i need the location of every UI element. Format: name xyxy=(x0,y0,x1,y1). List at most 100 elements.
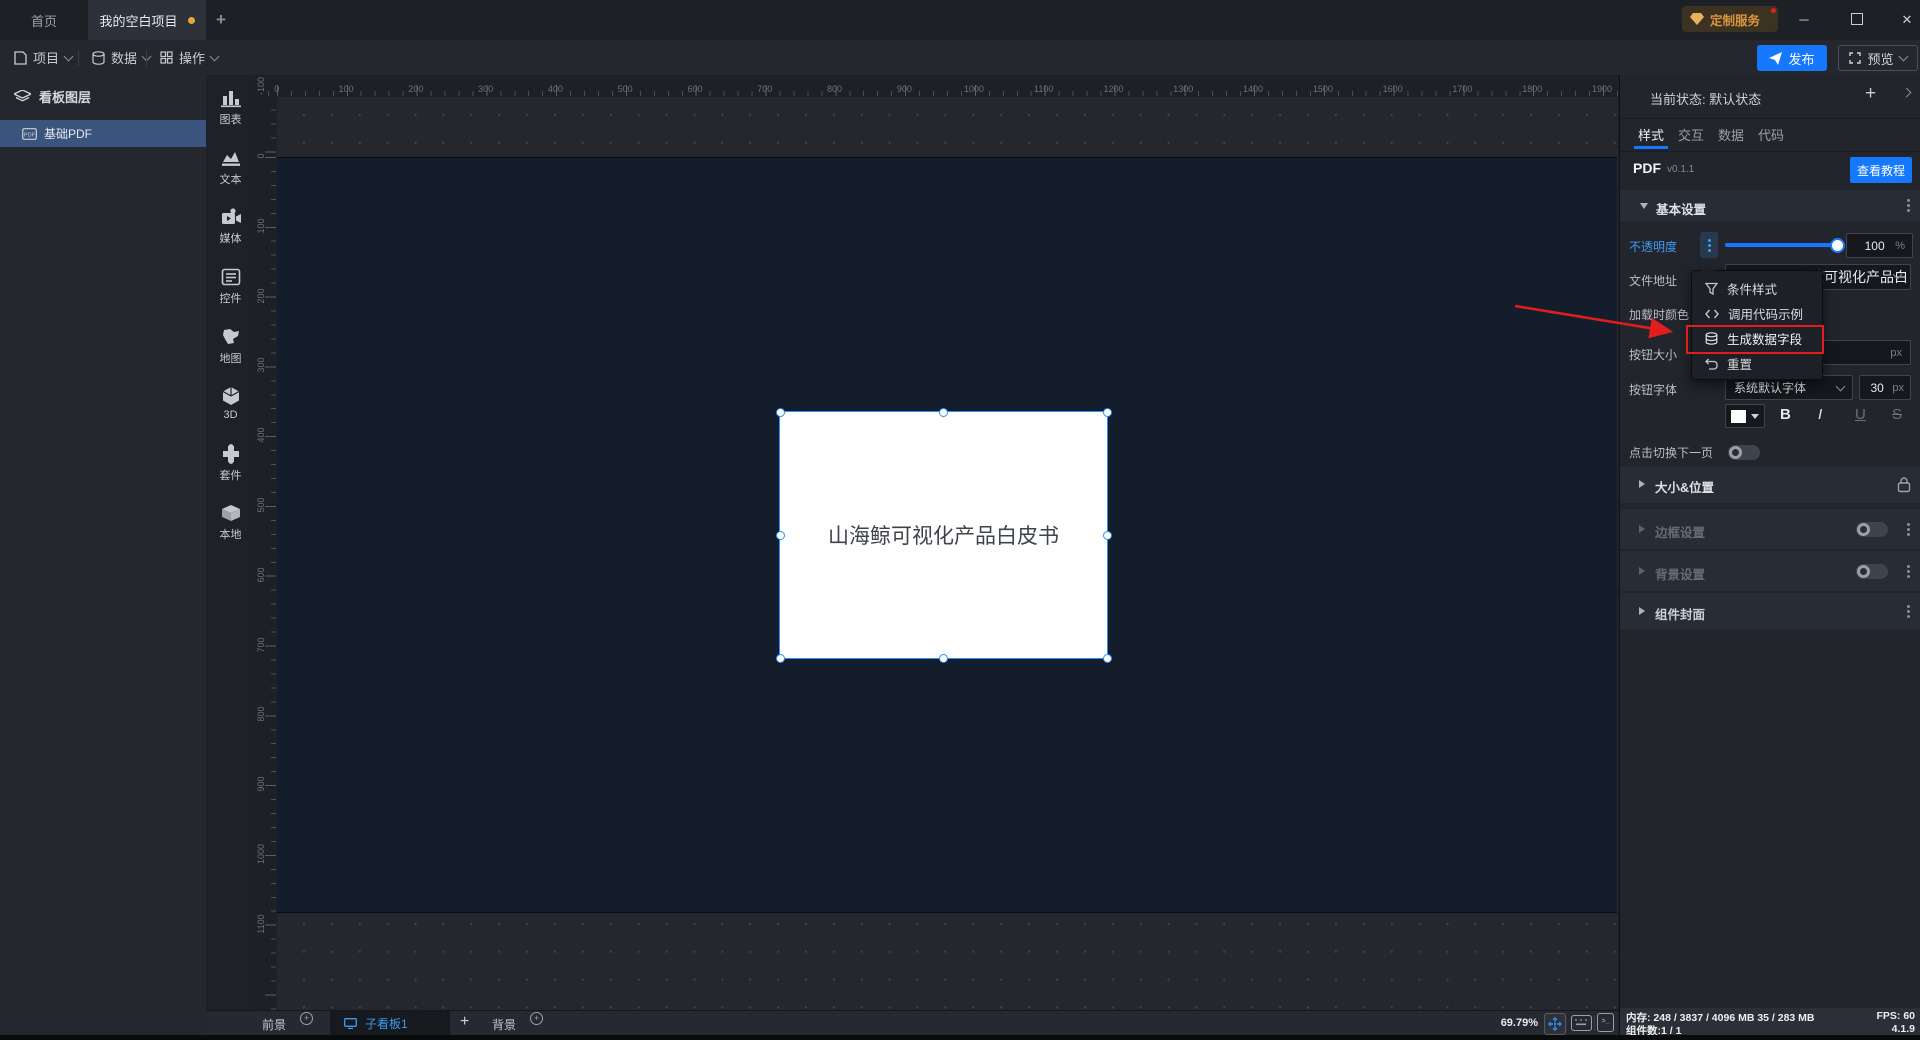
tab-foreground[interactable]: 前景 xyxy=(262,1016,286,1033)
menu-operate[interactable]: 操作 xyxy=(160,48,220,67)
board-tabs-bar: 前景 + 子看板1 + 背景 + 69.79% >_ xyxy=(206,1010,1618,1036)
tool-text[interactable]: 文本 xyxy=(206,148,255,187)
section-basic-settings[interactable]: 基本设置 xyxy=(1620,190,1920,222)
layers-icon xyxy=(14,89,31,102)
opacity-menu-button[interactable] xyxy=(1700,232,1718,258)
menu-project[interactable]: 项目 xyxy=(14,48,74,67)
menu-item-reset[interactable]: 重置 xyxy=(1692,351,1822,376)
selection-handle-ne[interactable] xyxy=(1102,407,1112,417)
tool-local[interactable]: 本地 xyxy=(206,503,255,542)
section-background-settings[interactable]: 背景设置 xyxy=(1620,551,1920,591)
new-tab-button[interactable]: + xyxy=(216,10,226,30)
expand-states-icon[interactable] xyxy=(1901,87,1912,98)
tab-code[interactable]: 代码 xyxy=(1758,125,1784,144)
tool-kit[interactable]: 套件 xyxy=(206,444,255,483)
fit-screen-button[interactable] xyxy=(1544,1013,1566,1035)
selection-handle-s[interactable] xyxy=(938,653,948,663)
tool-chart[interactable]: 图表 xyxy=(206,88,255,127)
font-color-picker[interactable] xyxy=(1725,404,1765,428)
add-background-icon[interactable]: + xyxy=(530,1012,543,1025)
section-menu-icon[interactable] xyxy=(1907,610,1910,613)
strikethrough-button[interactable]: S xyxy=(1892,406,1902,423)
tab-data[interactable]: 数据 xyxy=(1718,125,1744,144)
add-board-button[interactable]: + xyxy=(460,1013,469,1031)
section-border-settings[interactable]: 边框设置 xyxy=(1620,509,1920,549)
selection-handle-n[interactable] xyxy=(938,407,948,417)
custom-service-badge[interactable]: 定制服务 xyxy=(1682,6,1778,32)
tool-widget-label: 控件 xyxy=(219,293,242,305)
pdf-component-icon: PDF xyxy=(22,127,37,140)
minimize-button[interactable]: ─ xyxy=(1789,12,1819,27)
selection-handle-w[interactable] xyxy=(775,530,785,540)
tab-background[interactable]: 背景 xyxy=(492,1016,516,1033)
click-next-toggle[interactable] xyxy=(1728,445,1760,460)
bold-button[interactable]: B xyxy=(1780,406,1791,423)
preview-button[interactable]: 预览 xyxy=(1838,45,1918,71)
opacity-slider-track[interactable] xyxy=(1725,243,1837,247)
current-state: 当前状态: 默认状态 xyxy=(1650,89,1761,108)
background-toggle[interactable] xyxy=(1856,564,1888,579)
tab-interact[interactable]: 交互 xyxy=(1678,125,1704,144)
toggle-knob xyxy=(1857,523,1870,536)
menu-caret xyxy=(1701,264,1715,271)
divider xyxy=(1620,118,1920,119)
cube-3d-icon xyxy=(222,387,239,405)
console-button[interactable]: >_ xyxy=(1597,1013,1614,1032)
opacity-unit: % xyxy=(1895,239,1905,252)
menu-item-label: 条件样式 xyxy=(1727,283,1778,297)
unsaved-dot xyxy=(187,16,195,24)
maximize-icon xyxy=(1851,13,1863,25)
chevron-down-icon xyxy=(63,51,74,61)
tool-3d[interactable]: 3D xyxy=(206,386,255,421)
menu-item-label: 调用代码示例 xyxy=(1728,308,1804,322)
vruler-label: 300 xyxy=(256,357,266,373)
close-button[interactable]: ✕ xyxy=(1892,12,1920,28)
tutorial-button[interactable]: 查看教程 xyxy=(1850,157,1912,183)
px-suffix: px xyxy=(1892,381,1904,394)
section-menu-icon[interactable] xyxy=(1907,570,1910,573)
section-menu-icon[interactable] xyxy=(1907,528,1910,531)
selection-handle-sw[interactable] xyxy=(775,653,785,663)
section-cover-label: 组件封面 xyxy=(1655,608,1706,622)
selection-handle-e[interactable] xyxy=(1102,530,1112,540)
app-window: 首页 我的空白项目 + 定制服务 ─ ✕ 项目 数据 操作 发布 预览 看板图层… xyxy=(0,0,1920,1040)
menu-item-code-example[interactable]: 调用代码示例 xyxy=(1692,301,1822,326)
video-camera-icon xyxy=(221,208,241,224)
opacity-slider-knob[interactable] xyxy=(1830,238,1845,253)
opacity-input[interactable]: 100 % xyxy=(1846,233,1913,258)
font-size-input[interactable]: 30 px xyxy=(1859,375,1911,400)
color-swatch xyxy=(1731,409,1746,423)
underline-button[interactable]: U xyxy=(1855,406,1866,423)
section-size-position[interactable]: 大小&位置 xyxy=(1620,466,1920,503)
section-menu-icon[interactable] xyxy=(1907,204,1910,207)
add-state-button[interactable]: + xyxy=(1865,83,1876,105)
pdf-component[interactable]: 山海鲸可视化产品白皮书 xyxy=(779,411,1108,659)
menu-separator xyxy=(78,50,79,66)
zoom-level[interactable]: 69.79% xyxy=(1501,1017,1538,1029)
tab-project[interactable]: 我的空白项目 xyxy=(88,0,206,40)
chevron-down-icon xyxy=(209,51,220,61)
italic-button[interactable]: I xyxy=(1818,406,1822,423)
tool-map[interactable]: 地图 xyxy=(206,327,255,366)
add-foreground-icon[interactable]: + xyxy=(300,1012,313,1025)
lock-icon[interactable] xyxy=(1897,476,1911,493)
tab-home[interactable]: 首页 xyxy=(0,0,88,40)
tab-subboard[interactable]: 子看板1 xyxy=(330,1011,450,1036)
section-component-cover[interactable]: 组件封面 xyxy=(1620,593,1920,630)
tab-style[interactable]: 样式 xyxy=(1638,125,1664,144)
selection-handle-nw[interactable] xyxy=(775,407,785,417)
publish-button[interactable]: 发布 xyxy=(1757,45,1827,71)
hruler-label: 300 xyxy=(478,84,494,94)
selection-handle-se[interactable] xyxy=(1102,653,1112,663)
maximize-button[interactable] xyxy=(1842,13,1872,28)
menu-item-condition-style[interactable]: 条件样式 xyxy=(1692,276,1822,301)
layer-item-pdf[interactable]: PDF 基础PDF xyxy=(0,120,206,147)
font-size-value: 30 xyxy=(1870,380,1884,395)
menu-data[interactable]: 数据 xyxy=(92,48,152,67)
vruler-label: 700 xyxy=(256,637,266,653)
tool-widget[interactable]: 控件 xyxy=(206,267,255,306)
border-toggle[interactable] xyxy=(1856,522,1888,537)
chevron-down-icon xyxy=(1898,51,1908,62)
tool-media[interactable]: 媒体 xyxy=(206,207,255,246)
shortcut-keyboard-button[interactable] xyxy=(1571,1015,1592,1031)
